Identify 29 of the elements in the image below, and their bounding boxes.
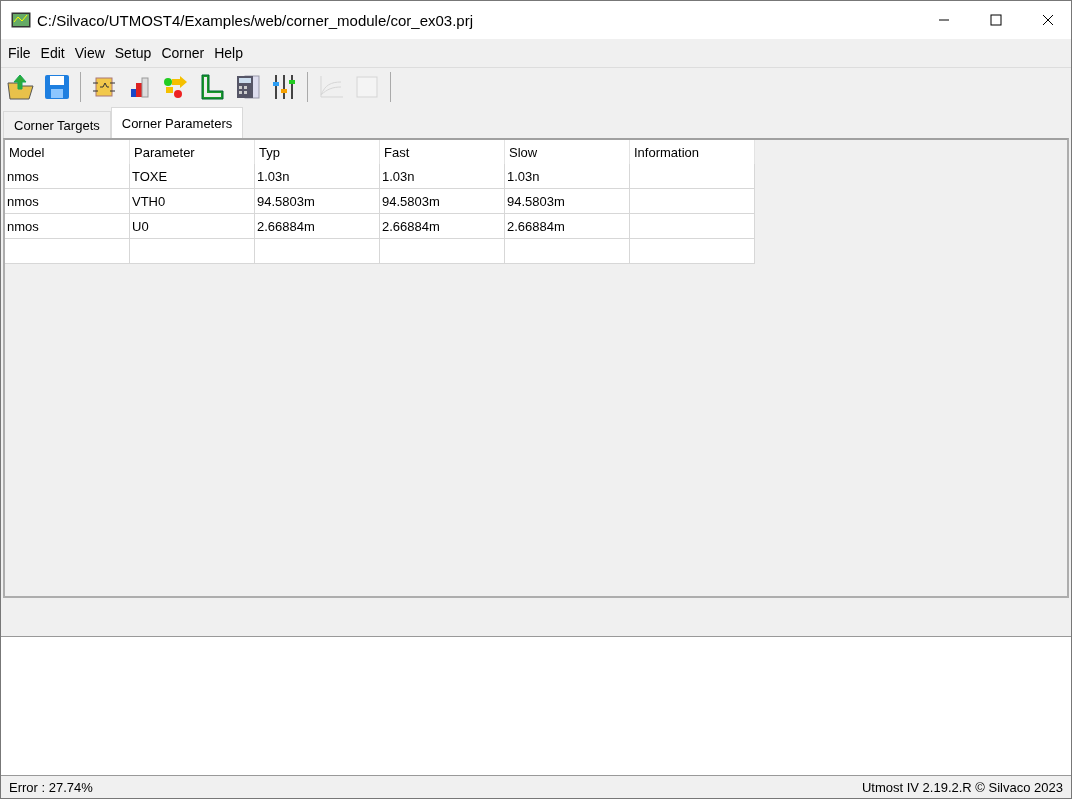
table-cell: 2.66884m (505, 214, 630, 239)
menu-item[interactable]: Edit (35, 45, 70, 61)
table-cell: 94.5803m (505, 189, 630, 214)
table-cell: nmos (5, 189, 130, 214)
table-cell: nmos (5, 214, 130, 239)
table-cell: 1.03n (255, 164, 380, 189)
tab[interactable]: Corner Parameters (110, 107, 244, 138)
table-cell: VTH0 (130, 189, 255, 214)
table-cell: U0 (130, 214, 255, 239)
version-text: Utmost IV 2.19.2.R © Silvaco 2023 (861, 779, 1063, 795)
table-cell: 94.5803m (380, 189, 505, 214)
menu-item[interactable]: Corner (156, 45, 210, 61)
maximize-icon[interactable] (990, 14, 1002, 26)
table-cell: 94.5803m (255, 189, 380, 214)
menu-item[interactable]: Help (209, 45, 248, 61)
table-cell: 1.03n (505, 164, 630, 189)
window-title: C:/Silvaco/UTMOST4/Examples/web/corner_module/cor_ex03.prj (37, 11, 474, 29)
table-cell: nmos (5, 164, 130, 189)
menu-item[interactable]: Setup (109, 45, 157, 61)
app-icon (11, 12, 31, 28)
table-cell: TOXE (130, 164, 255, 189)
status-text: Error : 27.74% (9, 779, 93, 795)
menu-item[interactable]: View (69, 45, 110, 61)
table-cell: 1.03n (380, 164, 505, 189)
tab[interactable]: Corner Targets (3, 111, 111, 138)
close-icon[interactable] (1042, 14, 1054, 26)
table-cell: 2.66884m (255, 214, 380, 239)
table-cell: 2.66884m (380, 214, 505, 239)
menu-item[interactable]: File (3, 45, 36, 61)
